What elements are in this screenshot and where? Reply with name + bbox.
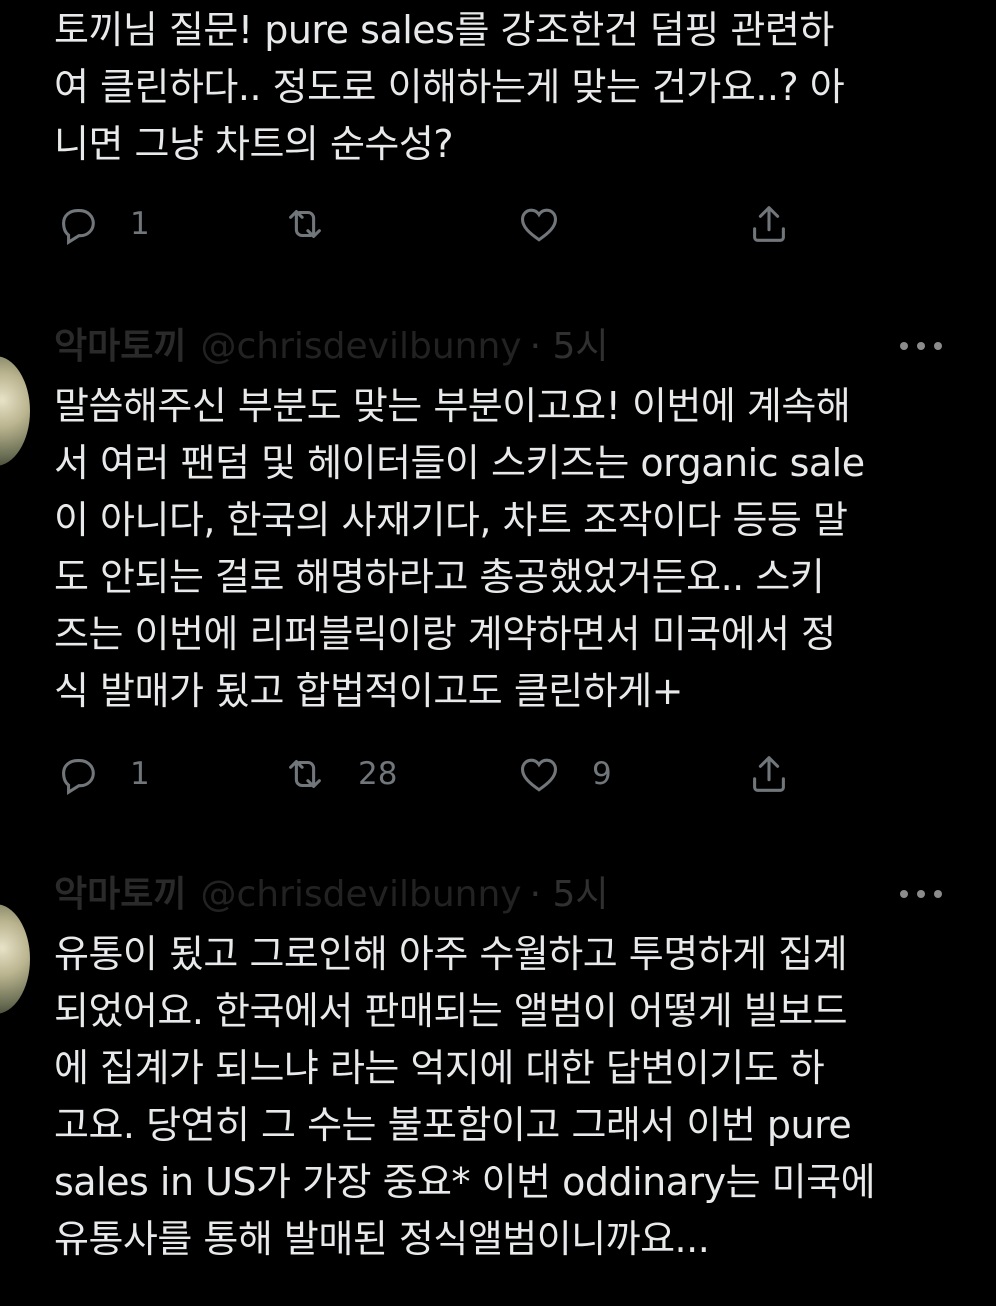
author-handle[interactable]: @chrisdevilbunny	[200, 326, 521, 367]
tweet-text-line: 고요. 당연히 그 수는 불포함이고 그래서 이번 pure	[54, 1103, 852, 1147]
like-button[interactable]	[516, 198, 562, 250]
like-button[interactable]: 9	[516, 748, 612, 800]
like-count: 9	[592, 756, 612, 792]
avatar[interactable]	[0, 904, 30, 1014]
tweet-time[interactable]: · 5시	[530, 326, 609, 367]
tweet-text-line: 이 아니다, 한국의 사재기다, 차트 조작이다 등등 말	[54, 498, 848, 542]
reply-icon	[62, 759, 95, 795]
retweet-button[interactable]	[282, 198, 328, 250]
share-icon	[753, 206, 785, 242]
tweet-text-line: 여 클린하다.. 정도로 이해하는게 맞는 건가요..? 아	[54, 65, 845, 109]
tweet-text-line: 식 발매가 됬고 합법적이고도 클린하게+	[54, 669, 684, 713]
share-button[interactable]	[746, 198, 792, 250]
reply-button[interactable]: 1	[54, 748, 150, 800]
author-name[interactable]: 악마토끼	[54, 326, 186, 367]
reply-count: 1	[130, 206, 150, 242]
author-handle[interactable]: @chrisdevilbunny	[200, 874, 521, 915]
reply-icon	[62, 209, 95, 245]
tweet-1[interactable]: 토끼님 질문! pure sales를 강조한건 덤핑 관련하 여 클린하다..…	[0, 0, 996, 260]
tweet-text-line: 즈는 이번에 리퍼블릭이랑 계약하면서 미국에서 정	[54, 612, 836, 656]
share-button[interactable]	[746, 748, 792, 800]
tweet-text-line: sales in US가 가장 중요* 이번 oddinary는 미국에	[54, 1160, 876, 1204]
tweet-text-line: 유통이 됬고 그로인해 아주 수월하고 투명하게 집계	[54, 932, 848, 976]
tweet-text-line: 서 여러 팬덤 및 헤이터들이 스키즈는 organic sale	[54, 441, 865, 485]
tweet-text-line: 유통사를 통해 발매된 정식앨범이니까요...	[54, 1217, 710, 1261]
tweet-header: 악마토끼 @chrisdevilbunny · 5시	[54, 870, 609, 920]
tweet-2[interactable]: 악마토끼 @chrisdevilbunny · 5시 말씀해주신 부분도 맞는 부분…	[0, 322, 996, 842]
share-icon	[753, 756, 785, 792]
tweet-text: 토끼님 질문! pure sales를 강조한건 덤핑 관련하 여 클린하다..…	[54, 2, 954, 173]
tweet-text-line: 되었어요. 한국에서 판매되는 앨범이 어떻게 빌보드	[54, 989, 848, 1033]
retweet-button[interactable]: 28	[282, 748, 397, 800]
tweet-text-line: 토끼님 질문! pure sales를 강조한건 덤핑 관련하	[54, 8, 834, 52]
author-name[interactable]: 악마토끼	[54, 874, 186, 915]
more-icon[interactable]	[900, 340, 942, 352]
heart-icon	[520, 758, 558, 792]
reply-button[interactable]: 1	[54, 198, 150, 250]
more-icon[interactable]	[900, 888, 942, 900]
tweet-text-line: 말씀해주신 부분도 맞는 부분이고요! 이번에 계속해	[54, 384, 851, 428]
retweet-icon	[289, 760, 321, 788]
reply-count: 1	[130, 756, 150, 792]
retweet-icon	[289, 210, 321, 238]
tweet-text-line: 에 집계가 되느냐 라는 억지에 대한 답변이기도 하	[54, 1046, 825, 1090]
retweet-count: 28	[358, 756, 398, 792]
tweet-3[interactable]: 악마토끼 @chrisdevilbunny · 5시 유통이 됬고 그로인해 아주 …	[0, 870, 996, 1306]
heart-icon	[520, 208, 558, 242]
avatar[interactable]	[0, 356, 30, 466]
tweet-header: 악마토끼 @chrisdevilbunny · 5시	[54, 322, 609, 372]
tweet-text: 말씀해주신 부분도 맞는 부분이고요! 이번에 계속해 서 여러 팬덤 및 헤이…	[54, 378, 954, 720]
tweet-text-line: 니면 그냥 차트의 순수성?	[54, 122, 454, 166]
tweet-actions: 1	[54, 198, 814, 250]
tweet-text-line: 도 안되는 걸로 해명하라고 총공했었거든요.. 스키	[54, 555, 825, 599]
tweet-text: 유통이 됬고 그로인해 아주 수월하고 투명하게 집계 되었어요. 한국에서 판…	[54, 926, 954, 1268]
tweet-actions: 1 28 9	[54, 748, 814, 800]
tweet-time[interactable]: · 5시	[530, 874, 609, 915]
